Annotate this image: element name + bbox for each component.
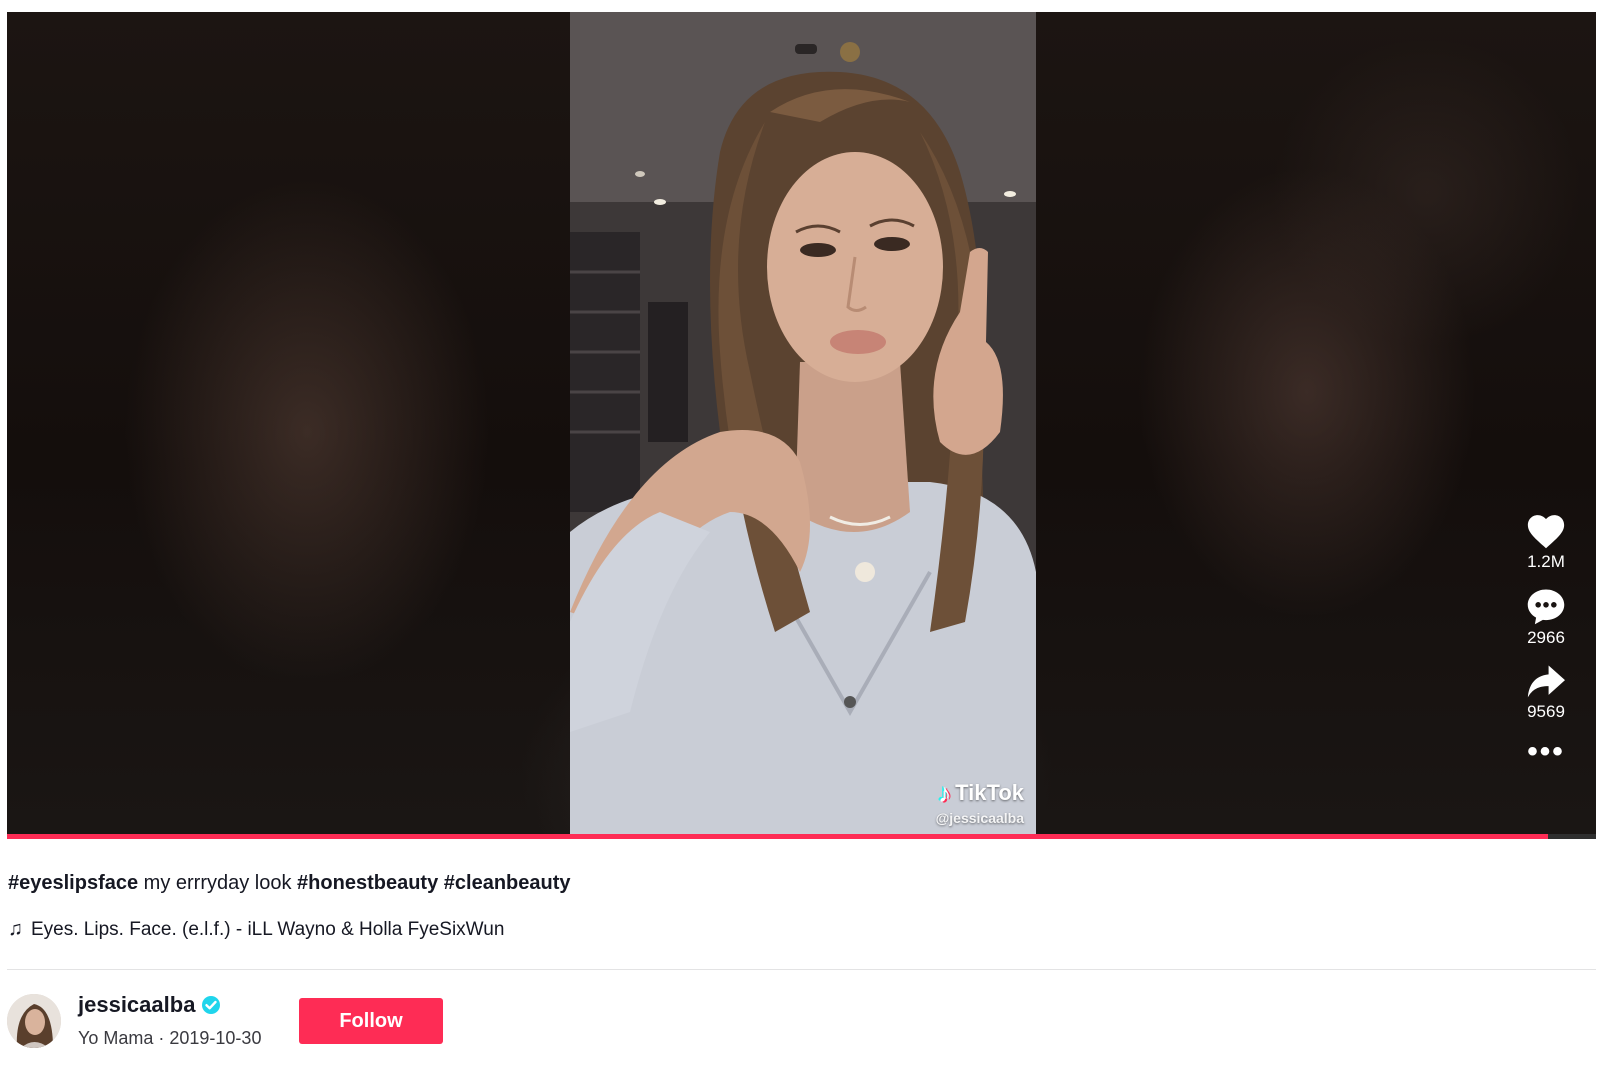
- hashtag-link[interactable]: #cleanbeauty: [444, 872, 571, 894]
- author-name-row: jessicaalba: [78, 992, 221, 1018]
- music-link[interactable]: ♫ Eyes. Lips. Face. (e.l.f.) - iLL Wayno…: [8, 918, 504, 941]
- author-meta: Yo Mama · 2019-10-30: [78, 1028, 261, 1049]
- comment-icon: [1525, 586, 1567, 626]
- tiktok-video-page: ♪ TikTok @jessicaalba 1.2M 2966 9569 •••…: [0, 0, 1600, 1068]
- comment-button[interactable]: 2966: [1525, 586, 1567, 648]
- watermark-handle: @jessicaalba: [935, 810, 1024, 826]
- video-progress-bar[interactable]: [7, 834, 1596, 839]
- hashtag-link[interactable]: #honestbeauty: [297, 872, 438, 894]
- tiktok-watermark: ♪ TikTok @jessicaalba: [936, 780, 1024, 826]
- like-count: 1.2M: [1527, 552, 1565, 571]
- meta-separator: ·: [153, 1028, 170, 1048]
- share-count: 9569: [1527, 702, 1565, 721]
- share-arrow-icon: [1525, 662, 1567, 700]
- music-title: Eyes. Lips. Face. (e.l.f.) - iLL Wayno &…: [31, 918, 505, 940]
- video-player[interactable]: ♪ TikTok @jessicaalba 1.2M 2966 9569 •••: [7, 12, 1596, 834]
- heart-icon: [1525, 512, 1567, 550]
- music-note-icon: ♫: [8, 918, 23, 940]
- author-nickname: Yo Mama: [78, 1028, 154, 1048]
- tiktok-note-icon: ♪: [938, 778, 952, 808]
- hashtag-link[interactable]: #eyeslipsface: [8, 872, 138, 894]
- divider: [7, 969, 1596, 970]
- avatar-image: [7, 994, 61, 1048]
- post-date: 2019-10-30: [169, 1028, 262, 1048]
- verified-badge-icon: [201, 995, 221, 1015]
- video-actions: 1.2M 2966 9569 •••: [1506, 512, 1586, 767]
- tiktok-logo: ♪ TikTok: [936, 780, 1024, 806]
- video-still-image: [570, 12, 1036, 834]
- caption-text: my errryday look: [138, 872, 298, 894]
- more-options-icon[interactable]: •••: [1527, 737, 1565, 767]
- author-avatar[interactable]: [7, 994, 61, 1048]
- follow-button[interactable]: Follow: [299, 998, 443, 1044]
- comment-count: 2966: [1527, 628, 1565, 647]
- video-progress-fill: [7, 834, 1549, 839]
- author-username[interactable]: jessicaalba: [78, 992, 195, 1018]
- like-button[interactable]: 1.2M: [1525, 512, 1567, 572]
- video-caption: #eyeslipsface my errryday look #honestbe…: [8, 872, 571, 895]
- share-button[interactable]: 9569: [1525, 662, 1567, 722]
- tiktok-brand-text: TikTok: [955, 780, 1024, 805]
- video-frame[interactable]: ♪ TikTok @jessicaalba: [570, 12, 1036, 834]
